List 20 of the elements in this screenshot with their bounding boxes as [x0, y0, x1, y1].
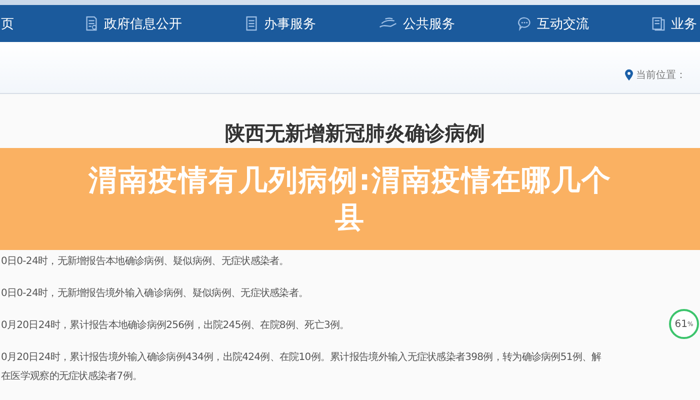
nav-link[interactable]: 页	[1, 14, 14, 32]
banner-title: 渭南疫情有几列病例:渭南疫情在哪几个	[88, 162, 612, 199]
nav-link[interactable]: 政府信息公开	[84, 14, 182, 32]
location-pin-icon	[625, 68, 633, 80]
nav-link[interactable]: 互动交流	[517, 14, 589, 32]
chat-icon	[517, 16, 532, 31]
banner-title: 县	[335, 199, 365, 236]
paragraph: 0月20日24时，累计报告本地确诊病例256例，出院245例、在院8例、死亡3例。	[0, 318, 350, 332]
paragraph: 0日0-24时，无新增报告境外输入确诊病例、疑似病例、无症状感染者。	[0, 286, 308, 300]
paragraph: 0日0-24时，无新增报告本地确诊病例、疑似病例、无症状感染者。	[0, 254, 289, 268]
paragraph: 在医学观察的无症状感染者7例。	[0, 370, 142, 383]
nav-link[interactable]: 办事服务	[244, 14, 316, 32]
document-icon	[244, 16, 259, 31]
document-icon	[84, 16, 99, 31]
breadcrumb-label: 当前位置：	[636, 68, 686, 82]
book-icon	[651, 16, 666, 31]
article-title: 陕西无新增新冠肺炎确诊病例	[224, 120, 486, 147]
paragraph: 0月20日24时，累计报告境外输入确诊病例434例，出院424例、在院10例。累计报告境外输入无症状感染者398例，转为确诊病例51例、解	[0, 350, 602, 364]
nav-link[interactable]: 公共服务	[378, 14, 455, 32]
nav-link[interactable]: 业务	[651, 14, 697, 32]
